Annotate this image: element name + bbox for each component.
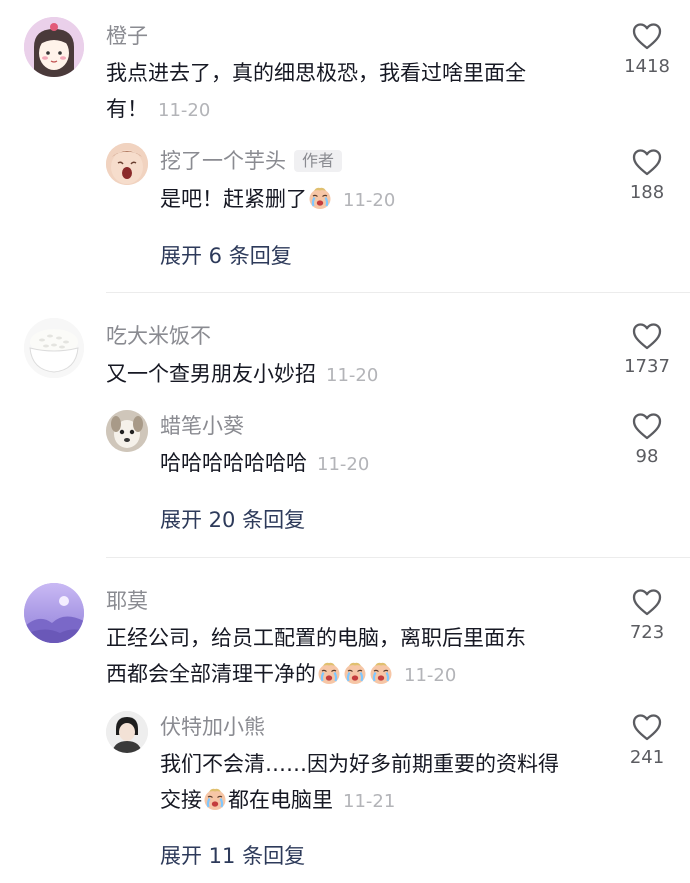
reply-like-button[interactable]: 241 <box>612 713 682 768</box>
crying-face-emoji <box>308 186 332 210</box>
comment-text: 我点进去了，真的细思极恐，我看过啥里面全 有！ 11-20 <box>106 55 606 129</box>
crying-face-emoji <box>369 661 393 685</box>
comment-time: 11-20 <box>326 365 379 386</box>
comment-like-count: 1737 <box>624 356 670 377</box>
reply-time: 11-20 <box>317 454 370 475</box>
comment-text-line2: 有！ <box>106 97 148 121</box>
thread-divider <box>106 292 690 293</box>
comment-text: 又一个查男朋友小妙招 11-20 <box>106 356 606 394</box>
reply-like-button[interactable]: 188 <box>612 148 682 203</box>
dog-avatar-icon <box>106 410 148 452</box>
reply-username[interactable]: 蜡笔小葵 <box>160 416 244 437</box>
crying-face-emoji <box>317 661 341 685</box>
reply-like-count: 98 <box>635 446 659 467</box>
girl-avatar-icon <box>24 17 84 77</box>
avatar-waleyigeyutou[interactable] <box>106 143 148 185</box>
purple-landscape-avatar-icon <box>24 583 84 643</box>
author-badge: 作者 <box>294 150 343 172</box>
reply-like-count: 188 <box>629 182 665 203</box>
comment-username[interactable]: 吃大米饭不 <box>106 326 211 347</box>
reply-text: 我们不会清……因为好多前期重要的资料得 交接 都在电脑里 11-21 <box>160 746 610 820</box>
person-avatar-icon <box>106 711 148 753</box>
avatar-chidamifanbu[interactable] <box>24 318 84 378</box>
heart-outline-icon <box>632 713 662 741</box>
heart-outline-icon <box>632 412 662 440</box>
reply-text-line2a: 交接 <box>160 788 202 812</box>
comment-time: 11-20 <box>404 665 457 686</box>
reply-username-text: 挖了一个芋头 <box>160 149 286 173</box>
avatar-yemo[interactable] <box>24 583 84 643</box>
reply-username[interactable]: 挖了一个芋头 作者 <box>160 149 343 173</box>
comment-text-line1: 我点进去了，真的细思极恐，我看过啥里面全 <box>106 61 526 85</box>
heart-outline-icon <box>632 322 662 350</box>
comment-text: 正经公司，给员工配置的电脑，离职后里面东 西都会全部清理干净的 11-20 <box>106 620 606 694</box>
reply-like-button[interactable]: 98 <box>612 412 682 467</box>
expand-replies-button[interactable]: 展开 11 条回复 <box>160 840 305 870</box>
comment-username[interactable]: 耶莫 <box>106 591 148 612</box>
avatar-labixiaokui[interactable] <box>106 410 148 452</box>
comment-like-button[interactable]: 1418 <box>612 22 682 77</box>
heart-outline-icon <box>632 22 662 50</box>
crying-face-emoji <box>203 787 227 811</box>
comment-text-content: 又一个查男朋友小妙招 <box>106 362 316 386</box>
comment-text-line2: 西都会全部清理干净的 <box>106 662 316 686</box>
comment-time: 11-20 <box>158 100 211 121</box>
reply-time: 11-21 <box>343 791 396 812</box>
thread-divider <box>106 557 690 558</box>
baby-face-avatar-icon <box>106 143 148 185</box>
reply-time: 11-20 <box>343 190 396 211</box>
crying-face-emoji <box>343 661 367 685</box>
reply-like-count: 241 <box>629 747 665 768</box>
avatar-chengzi[interactable] <box>24 17 84 77</box>
reply-text-content: 哈哈哈哈哈哈哈 <box>160 451 307 475</box>
reply-text-line2b: 都在电脑里 <box>228 788 333 812</box>
heart-outline-icon <box>632 588 662 616</box>
avatar-futejiaxiaoxiong[interactable] <box>106 711 148 753</box>
heart-outline-icon <box>632 148 662 176</box>
comment-like-button[interactable]: 1737 <box>612 322 682 377</box>
reply-username[interactable]: 伏特加小熊 <box>160 717 265 738</box>
comment-like-count: 1418 <box>624 56 670 77</box>
comment-text-line1: 正经公司，给员工配置的电脑，离职后里面东 <box>106 626 526 650</box>
reply-text: 是吧！赶紧删了 11-20 <box>160 181 600 219</box>
comment-like-button[interactable]: 723 <box>612 588 682 643</box>
reply-text-line1: 我们不会清……因为好多前期重要的资料得 <box>160 752 559 776</box>
comment-like-count: 723 <box>629 622 665 643</box>
comment-username[interactable]: 橙子 <box>106 26 148 47</box>
reply-text-content: 是吧！赶紧删了 <box>160 187 307 211</box>
expand-replies-button[interactable]: 展开 20 条回复 <box>160 504 305 534</box>
reply-text: 哈哈哈哈哈哈哈 11-20 <box>160 445 600 483</box>
rice-bowl-avatar-icon <box>24 318 84 378</box>
expand-replies-button[interactable]: 展开 6 条回复 <box>160 240 292 270</box>
